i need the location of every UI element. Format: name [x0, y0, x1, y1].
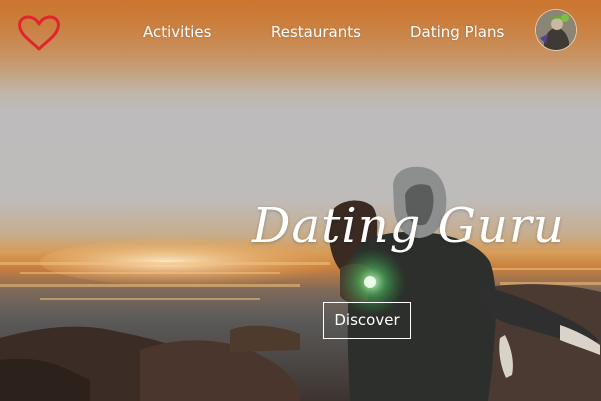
nav-link-activities[interactable]: Activities — [143, 22, 211, 42]
nav-link-restaurants[interactable]: Restaurants — [271, 22, 361, 42]
user-avatar-icon[interactable] — [536, 10, 576, 50]
heart-icon[interactable] — [16, 14, 62, 52]
navbar: Activities Restaurants Dating Plans — [0, 0, 601, 64]
nav-link-dating-plans[interactable]: Dating Plans — [410, 22, 504, 42]
discover-button[interactable]: Discover — [323, 302, 411, 339]
hero-title: Dating Guru — [252, 198, 565, 254]
